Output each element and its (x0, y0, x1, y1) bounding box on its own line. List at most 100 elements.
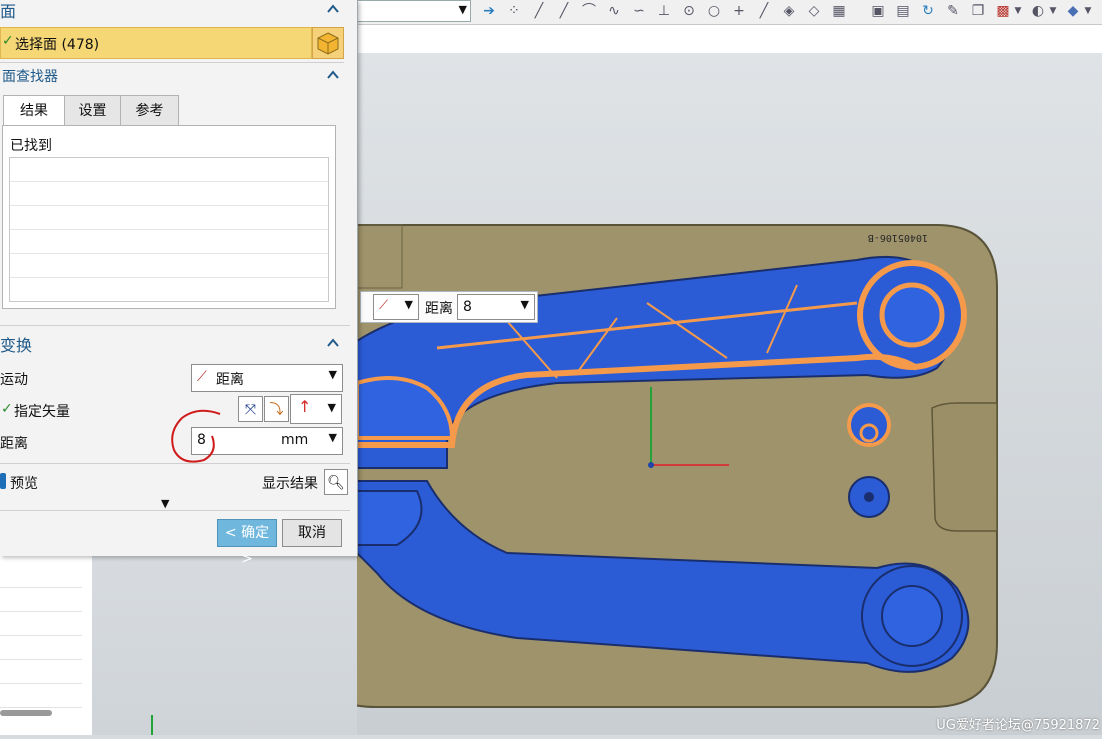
chevron-down-icon: ▼ (327, 401, 336, 414)
list-item[interactable] (10, 254, 328, 278)
watermark: UG爱好者论坛@75921872 (936, 718, 1100, 733)
divider (0, 510, 350, 511)
list-item[interactable] (0, 564, 82, 588)
select-face-row[interactable]: ✓ 选择面 (478) (0, 27, 312, 59)
floating-distance-input[interactable]: ⟋ ▼ 距离 8 ▼ (360, 291, 538, 323)
spline-icon[interactable]: ∿ (605, 2, 623, 20)
line-icon[interactable]: ╱ (755, 2, 773, 20)
chevron-up-icon[interactable] (326, 336, 340, 350)
list-item[interactable] (10, 158, 328, 182)
z-axis-icon: ↑ (298, 397, 312, 416)
tab-settings[interactable]: 设置 (64, 95, 121, 127)
list-item[interactable] (10, 182, 328, 206)
list-item[interactable] (0, 612, 82, 636)
preview-label: 预览 (10, 476, 38, 492)
tangent-icon[interactable]: ⊥ (655, 2, 673, 20)
view-icon[interactable]: ▤ (894, 2, 912, 20)
reverse-direction-button[interactable]: ⤵ (264, 396, 289, 422)
distance-unit: mm (281, 432, 309, 448)
chevron-down-icon: ▼ (520, 298, 529, 311)
document-tab-strip (357, 25, 1102, 54)
chevron-down-icon[interactable]: ▼ (1009, 2, 1027, 20)
plus-icon[interactable]: + (730, 2, 748, 20)
list-item[interactable] (10, 230, 328, 254)
vector-type-select[interactable]: ↑ ▼ (290, 394, 342, 424)
distance-icon: ⟋ (379, 298, 389, 313)
magnifier-icon: 🔍︎ (327, 475, 345, 491)
wave-icon[interactable]: ∽ (630, 2, 648, 20)
point-set-icon[interactable]: ⁘ (505, 2, 523, 20)
viewport-background (92, 555, 357, 735)
show-result-button[interactable]: 🔍︎ (324, 469, 348, 495)
checkmark-icon: ✓ (1, 401, 13, 417)
red-annotation-circle (171, 409, 221, 463)
grid-icon[interactable]: ▦ (830, 2, 848, 20)
curve-icon[interactable]: ⌒ (580, 2, 598, 20)
chevron-up-icon[interactable] (326, 68, 340, 82)
cancel-button[interactable]: 取消 (282, 519, 342, 547)
top-toolbar: ▼ ➔ ⁘ ╱ ╱ ⌒ ∿ ∽ ⊥ ⊙ ○ + ╱ ◈ ◇ ▦ ▣ ▤ ↻ ✎ … (357, 0, 1102, 25)
floating-distance-label: 距离 (425, 301, 453, 317)
chevron-down-icon: ▼ (458, 3, 467, 16)
offset-region-dialog: 面 ✓ 选择面 (478) 面查找器 结果 设置 参考 已找到 变换 运动 ⟋ … (0, 0, 358, 567)
ok-button[interactable]: < 确定 > (217, 519, 277, 567)
arrow-right-icon[interactable]: ➔ (480, 2, 498, 20)
part-label: 10405106-B (868, 232, 928, 243)
graphics-viewport[interactable]: 10405106-B (357, 53, 1102, 735)
transform-section-header[interactable]: 变换 (0, 330, 344, 356)
filter-dropdown[interactable]: ▼ (357, 0, 471, 22)
distance-icon: ⟋ (197, 369, 207, 385)
tab-results[interactable]: 结果 (3, 95, 65, 127)
refresh-icon[interactable]: ↻ (919, 2, 937, 20)
checkmark-icon: ✓ (2, 33, 14, 49)
cube-icon (317, 32, 339, 55)
axis-cross-icon: ⤧ (244, 402, 257, 418)
face-icon[interactable]: ◈ (780, 2, 798, 20)
select-face-section-header[interactable]: 面 (0, 0, 344, 26)
list-item[interactable] (10, 206, 328, 230)
list-item[interactable] (0, 684, 82, 708)
tab-reference[interactable]: 参考 (120, 95, 179, 127)
chevron-up-icon[interactable] (326, 2, 340, 16)
reverse-direction-icon: ⤵ (269, 402, 284, 418)
zoom-fit-icon[interactable]: ▣ (869, 2, 887, 20)
found-label: 已找到 (10, 138, 52, 154)
chevron-down-icon: ▼ (328, 368, 337, 381)
layers-icon[interactable]: ❐ (969, 2, 987, 20)
line-icon[interactable]: ╱ (555, 2, 573, 20)
vector-dialog-button[interactable]: ⤧ (238, 396, 263, 422)
motion-value: 距离 (216, 372, 244, 388)
plane-icon[interactable]: ◇ (805, 2, 823, 20)
horizontal-scrollbar[interactable] (0, 710, 52, 716)
preview-section-marker (0, 473, 6, 489)
distance-label: 距离 (0, 436, 28, 452)
select-face-button[interactable] (312, 27, 344, 59)
model-view[interactable]: 10405106-B (357, 53, 1102, 735)
motion-label: 运动 (0, 372, 28, 388)
list-item[interactable] (0, 636, 82, 660)
floating-distance-value: 8 (463, 299, 472, 315)
divider (0, 463, 350, 464)
list-item[interactable] (0, 588, 82, 612)
part-navigator-list (0, 555, 93, 735)
vector-label: 指定矢量 (14, 404, 70, 420)
list-item[interactable] (0, 660, 82, 684)
found-faces-list[interactable] (9, 157, 329, 302)
motion-select[interactable]: ⟋ 距离 ▼ (191, 364, 343, 392)
chevron-down-icon[interactable]: ▼ (1079, 2, 1097, 20)
floating-distance-field[interactable]: 8 ▼ (457, 294, 535, 320)
brush-icon[interactable]: ✎ (944, 2, 962, 20)
motion-type-select[interactable]: ⟋ ▼ (373, 294, 419, 320)
chevron-down-icon: ▼ (404, 298, 413, 311)
face-finder-section-header[interactable]: 面查找器 (0, 62, 344, 89)
section-title: 面 (0, 2, 17, 21)
line-icon[interactable]: ╱ (530, 2, 548, 20)
show-result-label: 显示结果 (262, 476, 318, 492)
divider (0, 325, 350, 326)
circle-icon[interactable]: ○ (705, 2, 723, 20)
circle-center-icon[interactable]: ⊙ (680, 2, 698, 20)
section-title: 变换 (0, 336, 33, 355)
select-face-label: 选择面 (478) (15, 37, 100, 53)
chevron-down-icon[interactable]: ▼ (1044, 2, 1062, 20)
chevron-down-icon[interactable]: ▼ (161, 497, 169, 510)
